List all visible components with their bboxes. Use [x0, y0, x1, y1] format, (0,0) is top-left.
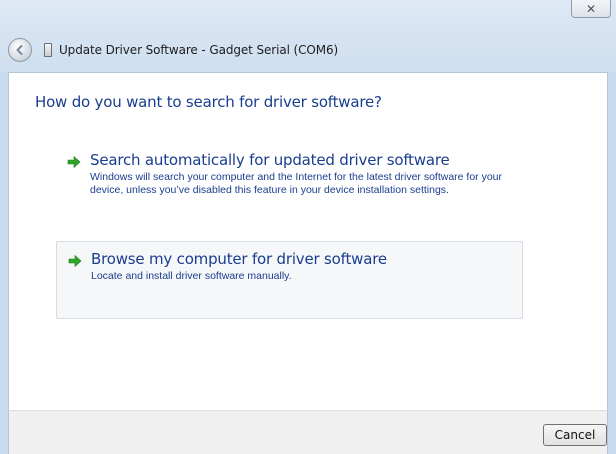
green-arrow-icon: [68, 254, 82, 268]
browse-computer-option[interactable]: Browse my computer for driver software L…: [56, 241, 523, 319]
close-button[interactable]: ✕: [571, 0, 611, 18]
title-bar: Update Driver Software - Gadget Serial (…: [8, 36, 608, 64]
browse-computer-title: Browse my computer for driver software: [91, 250, 387, 268]
back-arrow-icon: [16, 45, 23, 55]
back-button[interactable]: [8, 38, 32, 62]
window-title: Update Driver Software - Gadget Serial (…: [59, 43, 339, 57]
green-arrow-icon: [67, 155, 81, 169]
dialog-footer: Cancel: [8, 410, 608, 454]
window-chrome: ✕ Update Driver Software - Gadget Serial…: [0, 0, 616, 72]
page-question: How do you want to search for driver sof…: [35, 93, 382, 111]
update-driver-dialog: ✕ Update Driver Software - Gadget Serial…: [0, 0, 616, 454]
search-automatically-option[interactable]: Search automatically for updated driver …: [56, 143, 523, 227]
dialog-content: How do you want to search for driver sof…: [8, 72, 608, 410]
search-automatically-title: Search automatically for updated driver …: [90, 151, 450, 169]
browse-computer-description: Locate and install driver software manua…: [91, 270, 292, 282]
search-automatically-description: Windows will search your computer and th…: [90, 171, 503, 196]
cancel-button[interactable]: Cancel: [543, 424, 607, 446]
device-icon: [44, 43, 52, 57]
close-icon: ✕: [585, 1, 597, 16]
